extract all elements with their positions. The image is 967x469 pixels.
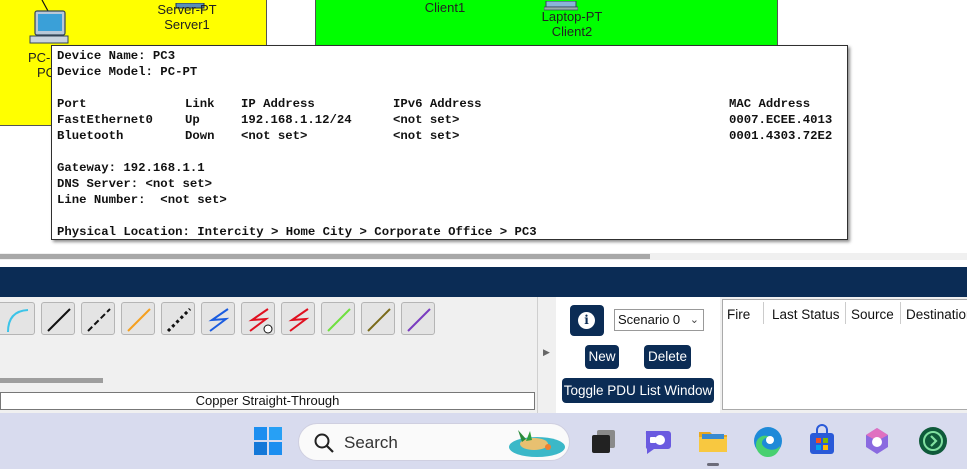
delete-scenario-button[interactable]: Delete (644, 345, 691, 369)
port-name: FastEthernet0 (57, 113, 153, 127)
auto-cable-button[interactable] (0, 302, 35, 335)
coaxial-cable-button[interactable] (241, 302, 275, 335)
physical-location-text: Physical Location: Intercity > Home City… (57, 225, 537, 239)
device-name-text: Device Name: PC3 (57, 49, 176, 63)
device-model-label: Server-PT (157, 2, 217, 17)
iot-custom-cable-button[interactable] (401, 302, 435, 335)
serial-dce-icon (288, 308, 310, 332)
toggle-pdu-list-button[interactable]: Toggle PDU List Window (562, 378, 714, 403)
col-header-ipv6: IPv6 Address (393, 97, 482, 111)
octal-cable-button[interactable] (361, 302, 395, 335)
serial-dte-icon (327, 308, 351, 332)
port-mac: 0001.4303.72E2 (729, 129, 833, 143)
edge-browser-icon[interactable] (751, 424, 785, 458)
col-header-fire[interactable]: Fire (727, 307, 750, 322)
chevron-down-icon: ⌄ (689, 314, 699, 326)
device-label-pc3: PC- PC (28, 50, 56, 80)
microsoft-store-icon[interactable] (805, 424, 839, 458)
port-link: Down (185, 129, 215, 143)
coaxial-cable-icon (248, 308, 273, 334)
copper-cross-over-button[interactable] (121, 302, 155, 335)
info-icon: i (578, 312, 595, 329)
column-divider (845, 302, 846, 324)
col-header-ip: IP Address (241, 97, 315, 111)
search-highlight-icon (509, 430, 565, 457)
selected-cable-label: Copper Straight-Through (0, 392, 535, 410)
windows-taskbar: Search (0, 413, 967, 469)
windows-start-icon[interactable] (251, 424, 285, 458)
serial-dce-button[interactable] (281, 302, 315, 335)
console-cable-icon (47, 308, 71, 332)
device-name-label: Client2 (551, 24, 593, 39)
bottom-panel: Copper Straight-Through ▶ i Scenario 0 ⌄… (0, 297, 967, 413)
col-header-port: Port (57, 97, 87, 111)
scenario-info-button[interactable]: i (570, 305, 604, 336)
pdu-event-table: Fire Last Status Source Destination (722, 299, 967, 410)
device-name-label: Server1 (164, 17, 210, 32)
line-number-text: Line Number: <not set> (57, 193, 227, 207)
device-label-client1: Client1 (410, 0, 480, 15)
pdu-panel: i Scenario 0 ⌄ New Delete Toggle PDU Lis… (556, 297, 720, 413)
expand-arrow-icon[interactable]: ▶ (543, 347, 550, 358)
workspace-scrollbar-thumb[interactable] (0, 254, 650, 259)
col-header-source[interactable]: Source (851, 307, 894, 322)
fiber-icon (166, 307, 192, 333)
device-name-label: PC (37, 65, 56, 80)
port-mac: 0007.ECEE.4013 (729, 113, 833, 127)
connections-scrollbar-thumb[interactable] (0, 378, 103, 383)
device-name-label: Client1 (424, 0, 466, 15)
port-ip: 192.168.1.12/24 (241, 113, 352, 127)
scenario-select[interactable]: Scenario 0 ⌄ (614, 309, 704, 331)
port-name: Bluetooth (57, 129, 124, 143)
taskbar-search-box[interactable]: Search (298, 423, 570, 461)
port-ip: <not set> (241, 129, 308, 143)
console-cable-button[interactable] (41, 302, 75, 335)
auto-cable-icon (7, 309, 29, 333)
logical-workspace[interactable]: Server-PT Server1 Client1 Laptop-PT Clie… (0, 0, 967, 248)
device-info-tooltip: Device Name: PC3 Device Model: PC-PT Por… (51, 45, 848, 240)
col-header-last-status[interactable]: Last Status (772, 307, 840, 322)
search-icon (314, 433, 334, 453)
panel-splitter[interactable]: ▶ (537, 297, 556, 413)
phone-cable-button[interactable] (201, 302, 235, 335)
col-header-destination[interactable]: Destination (906, 307, 967, 322)
copper-straight-through-button[interactable] (81, 302, 115, 335)
packet-tracer-icon[interactable] (916, 424, 950, 458)
device-type-bar (0, 267, 967, 297)
device-model-label: PC- (28, 50, 51, 65)
iot-custom-cable-icon (407, 308, 431, 332)
phone-cable-icon (208, 308, 230, 332)
col-header-link: Link (185, 97, 215, 111)
device-label-server1: Server-PT Server1 (150, 2, 224, 32)
connections-panel: Copper Straight-Through (0, 297, 536, 413)
search-placeholder: Search (344, 433, 398, 452)
scenario-select-value: Scenario 0 (618, 312, 681, 327)
dns-server-text: DNS Server: <not set> (57, 177, 212, 191)
new-scenario-button[interactable]: New (585, 345, 619, 369)
copper-cross-over-icon (127, 308, 151, 332)
task-view-icon[interactable] (587, 424, 621, 458)
active-app-indicator (707, 463, 719, 466)
serial-dte-button[interactable] (321, 302, 355, 335)
column-divider (900, 302, 901, 324)
teams-chat-icon[interactable] (641, 424, 675, 458)
device-label-client2: Laptop-PT Client2 (530, 9, 614, 39)
device-model-label: Laptop-PT (541, 9, 603, 24)
file-explorer-icon[interactable] (696, 424, 730, 458)
device-model-text: Device Model: PC-PT (57, 65, 198, 79)
port-ipv6: <not set> (393, 129, 460, 143)
port-ipv6: <not set> (393, 113, 460, 127)
octal-cable-icon (367, 308, 391, 332)
column-divider (763, 302, 764, 324)
copper-straight-through-icon (87, 308, 111, 332)
copilot-icon[interactable] (860, 424, 894, 458)
col-header-mac: MAC Address (729, 97, 811, 111)
fiber-button[interactable] (161, 302, 195, 335)
gateway-text: Gateway: 192.168.1.1 (57, 161, 205, 175)
port-link: Up (185, 113, 200, 127)
